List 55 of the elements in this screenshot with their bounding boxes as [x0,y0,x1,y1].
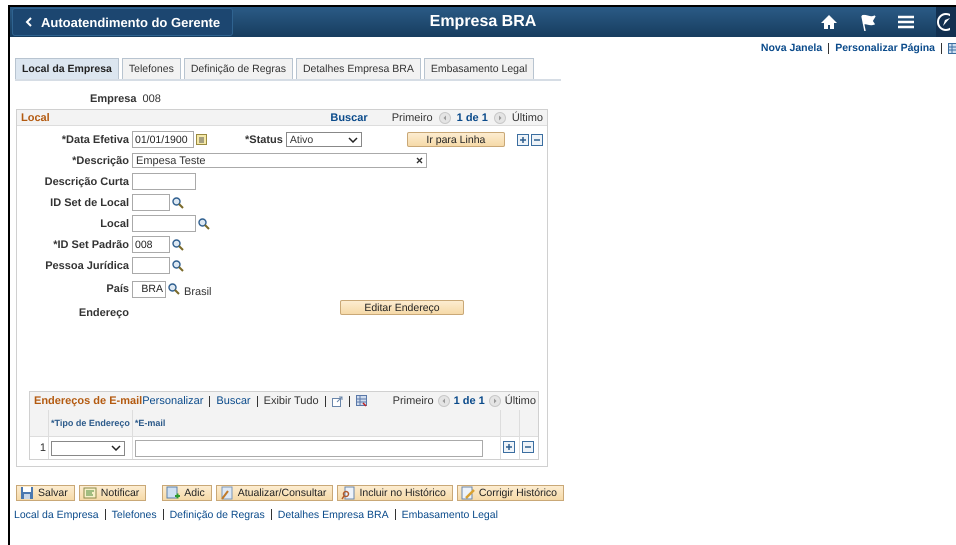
field-label: Empresa [90,93,136,105]
footer-link[interactable]: Definição de Regras [170,509,265,521]
include-button[interactable]: Incluir no Histórico [337,485,453,501]
footer-link[interactable]: Telefones [112,509,157,521]
tab[interactable]: Local da Empresa [15,58,119,79]
add-button[interactable]: Adic [162,485,212,501]
field-label: Descrição Curta [44,176,130,188]
date-field[interactable]: 01/01/1900 [132,131,194,148]
last-label: Último [504,395,536,407]
field-label: Endereço [78,306,130,318]
tab[interactable]: Definição de Regras [184,58,293,79]
row-count: 1 de 1 [456,112,488,124]
back-button[interactable]: Autoatendimento do Gerente [12,8,234,36]
row-number: 1 [40,442,46,454]
find-link[interactable]: Buscar [216,395,251,407]
input-field[interactable]: 008 [132,236,170,253]
field-label: *Data Efetiva [60,134,130,146]
footer-link[interactable]: Local da Empresa [14,509,99,521]
field-label: *ID Set Padrão [52,238,130,250]
new-window-link[interactable]: Nova Janela [760,42,822,54]
notify-button[interactable]: Notificar [78,485,146,501]
column-header: *Tipo de Endereço [51,418,130,428]
field-label: Local [99,218,130,230]
field-label: País [105,283,130,295]
footer-link[interactable]: Embasamento Legal [402,509,498,521]
tab[interactable]: Detalhes Empresa BRA [296,58,421,79]
country-name: Brasil [184,286,212,298]
save-button[interactable]: Salvar [16,485,75,501]
first-label: Primeiro [392,395,434,407]
field-value: 008 [142,93,161,105]
last-label: Último [512,112,543,124]
view-all-link[interactable]: Exibir Tudo [264,395,319,407]
row-count: 1 de 1 [454,395,485,407]
field-label: *Descrição [71,154,130,166]
update-button[interactable]: Atualizar/Consultar [216,485,334,501]
page-title: Empresa BRA [430,13,536,30]
find-link[interactable]: Buscar [330,112,368,124]
column-header: *E-mail [134,418,166,428]
personalize-link[interactable]: Personalizar [142,395,204,407]
personalize-page-link[interactable]: Personalizar Página [835,42,935,54]
tab[interactable]: Embasamento Legal [424,58,534,79]
footer-link[interactable]: Detalhes Empresa BRA [278,509,389,521]
field-label: Pessoa Jurídica [44,260,130,272]
section-title: Local [21,112,50,124]
input-field[interactable]: BRA [132,280,166,298]
first-label: Primeiro [392,112,433,124]
field-label: *Status [245,134,284,146]
go-to-row-button[interactable]: Ir para Linha [406,132,505,147]
status-dropdown[interactable]: Ativo [286,132,362,147]
tab[interactable]: Telefones [122,58,181,79]
section-title: Endereços de E-mail [34,395,142,407]
edit-address-button[interactable]: Editar Endereço [340,300,464,315]
description-field[interactable]: Empesa Teste [132,153,427,168]
field-label: ID Set de Local [49,196,130,208]
correct-button[interactable]: Corrigir Histórico [456,485,564,501]
